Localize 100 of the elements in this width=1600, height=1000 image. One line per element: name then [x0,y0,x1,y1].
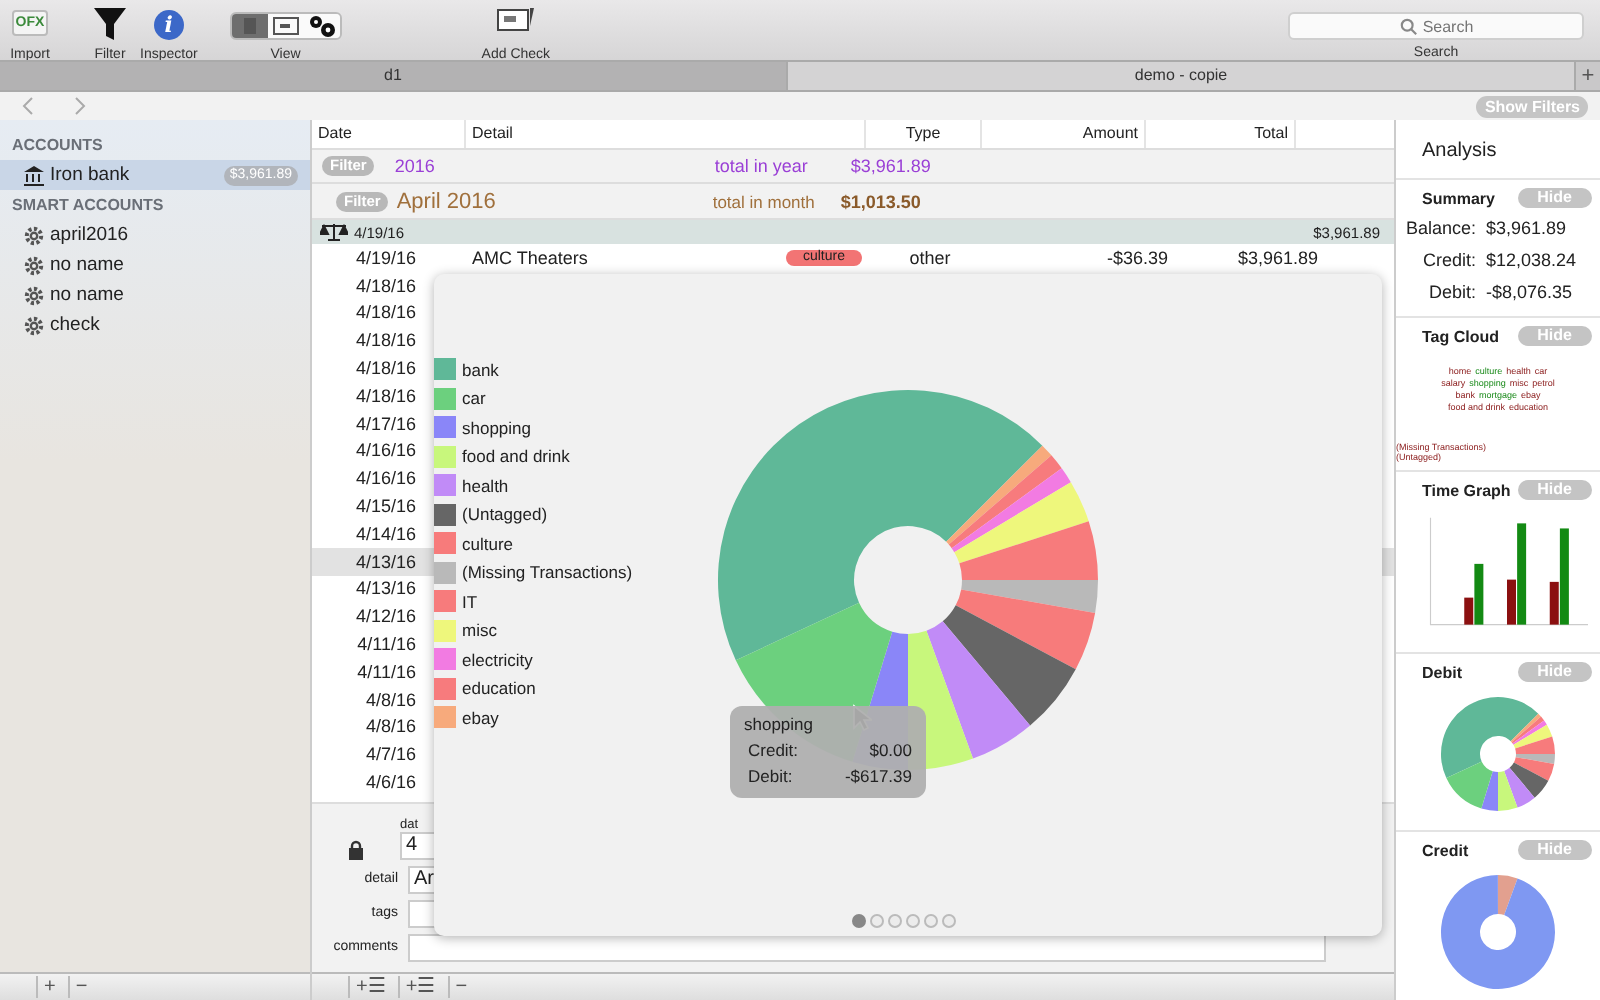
detail-cell-text: AMC Theaters [470,247,590,268]
info-icon[interactable]: i [153,10,184,40]
table-bar-button[interactable]: +☰ [348,976,392,998]
date-cell-text: 4/18/16 [353,330,418,351]
lock-icon[interactable] [348,840,364,860]
section-heading: SMART ACCOUNTS [10,194,166,218]
summary-label: Credit: [1420,248,1476,274]
page-dot[interactable] [870,914,884,928]
legend-label: car [462,388,486,408]
page-dot[interactable] [924,914,938,928]
debit-bar [1464,597,1474,625]
add-tab-button[interactable]: + [1576,62,1600,90]
pie-slice[interactable] [954,482,1089,564]
column-header[interactable]: Detail [466,120,866,148]
pie-slice[interactable] [718,390,1043,661]
column-header[interactable]: Type [866,120,982,148]
debit-bar [1507,579,1516,625]
section-title: Tag Cloud [1422,327,1500,345]
pie-slice[interactable] [955,589,1096,670]
date-cell-text: 4/18/16 [353,302,418,323]
sidebar-item[interactable]: no name [0,280,310,310]
legend-label: culture [462,533,514,553]
date-cell-text: 4/15/16 [353,496,418,517]
card-view-icon[interactable] [267,14,304,38]
document-tab[interactable]: d1 [0,62,788,90]
pie-slice[interactable] [926,621,1031,759]
section-title: Time Graph [1422,481,1511,499]
legend-label: electricity [462,649,533,669]
page-dot[interactable] [942,914,956,928]
filter-total: $1,013.50 [840,191,921,211]
sidebar-item[interactable]: no name [0,250,310,280]
section-title: Summary [1422,189,1495,207]
date-cell-text: 4/12/16 [353,606,418,627]
page-dot[interactable] [888,914,902,928]
date-cell-text: 4/11/16 [355,661,418,682]
page-dot[interactable] [852,914,866,928]
summary-label: Debit: [1426,280,1476,306]
date-cell-text: 4/17/16 [353,413,418,434]
summary-value: $3,961.89 [1486,216,1567,242]
filter-period: April 2016 [394,189,498,213]
date-cell-text: 4/16/16 [353,440,418,461]
section-title: Debit [1422,663,1462,681]
summary-label: Balance: [1403,216,1476,242]
check-icon[interactable] [495,6,536,34]
credit-bar [1517,523,1527,625]
bank-icon [24,165,44,185]
search-field[interactable]: Search [1288,12,1584,40]
sidebar-item[interactable]: april2016 [0,220,310,250]
legend-label: ebay [462,707,499,727]
sidebar-bar-button[interactable]: − [67,976,94,998]
column-header[interactable]: Amount [982,120,1146,148]
pie-slice[interactable] [942,605,1076,726]
legend-label: education [462,678,536,698]
document-tab[interactable]: demo - copie [788,62,1576,90]
legend-label: shopping [462,417,532,437]
legend-label: (Missing Transactions) [462,562,633,582]
table-bar-button[interactable]: +☰ [397,976,442,998]
legend-label: bank [462,359,499,379]
amount-cell-text: -$36.39 [1104,247,1170,268]
tooltip-title: shopping [744,712,816,736]
forward-icon[interactable] [72,96,88,116]
date-cell-text: 4/14/16 [353,523,418,544]
back-icon[interactable] [20,96,36,116]
sidebar-item[interactable]: check [0,310,310,340]
date-cell-text: 4/7/16 [363,744,418,765]
date-cell-text: 4/8/16 [363,716,418,737]
page-dot[interactable] [906,914,920,928]
section-heading: ACCOUNTS [10,134,105,158]
filter-funnel-icon[interactable] [92,6,128,42]
pie-slice[interactable] [951,468,1071,553]
legend-label: food and drink [462,446,570,466]
tooltip-label: Credit: [748,738,799,762]
filter-period: 2016 [392,156,437,176]
section-title: Credit [1422,841,1469,859]
legend-label: (Untagged) [462,504,548,524]
legend-label: IT [462,591,478,611]
filter-total-label: total in month [712,191,817,211]
credit-bar [1559,528,1569,625]
gears-icon[interactable] [303,14,340,38]
filter-total-label: total in year [714,156,810,176]
date-cell-text: 4/11/16 [355,634,418,655]
type-cell-text: other [907,247,953,268]
pie-slice[interactable] [959,521,1098,580]
date-cell-text: 4/13/16 [353,578,418,599]
panel-title: Analysis [1396,120,1600,180]
summary-value: $12,038.24 [1486,248,1577,274]
column-header[interactable]: Total [1146,120,1296,148]
legend-label: health [462,475,509,495]
date-cell-text: 4/19/16 [353,247,418,268]
table-bar-button[interactable]: − [447,976,474,998]
tooltip-value: $0.00 [869,738,912,762]
filter-total: $3,961.89 [850,156,931,176]
total-cell-text: $3,961.89 [1235,247,1320,268]
date-cell-text: 4/16/16 [353,468,418,489]
date-cell-text: 4/8/16 [363,689,418,710]
column-header[interactable]: Date [312,120,466,148]
sidebar-bar-button[interactable]: + [36,976,62,998]
balance-scale-icon [320,223,348,241]
date-cell-text: 4/18/16 [353,275,418,296]
list-view-icon[interactable] [231,14,268,38]
